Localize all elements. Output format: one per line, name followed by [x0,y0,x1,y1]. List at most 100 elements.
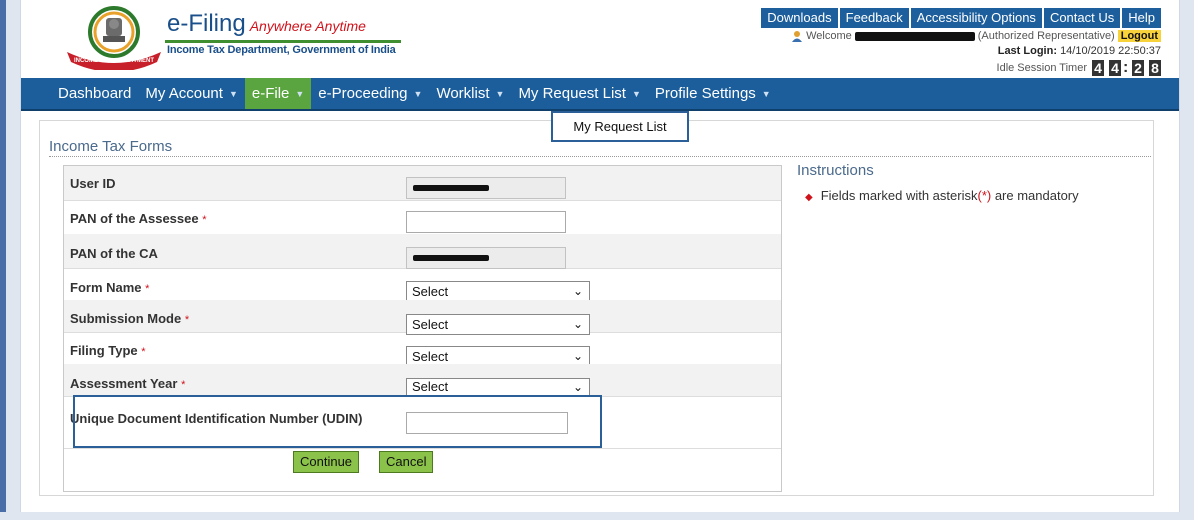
form-row-assessment-year: Assessment Year * Select ⌄ [64,364,781,397]
nav-label: e-Proceeding [318,85,408,102]
brand-subtitle: Income Tax Department, Government of Ind… [167,44,396,56]
user-id-field [406,177,566,199]
site-header: INCOME TAX DEPARTMENT e-Filing Anywhere A… [21,0,1179,78]
instruction-marker: (*) [977,188,992,203]
pan-assessee-input[interactable] [406,211,566,233]
redacted-value [413,255,489,261]
filing-type-label: Filing Type * [70,343,146,360]
brand-title: e-Filing Anywhere Anytime [167,10,366,38]
bottom-strip [0,512,1194,520]
pan-assessee-label: PAN of the Assessee * [70,211,207,228]
bullet-icon: ◆ [805,192,813,203]
title-divider [49,156,1151,157]
brand-tagline: Anywhere Anytime [249,18,366,34]
nav-worklist[interactable]: Worklist ▼ [429,78,511,109]
required-marker: * [181,379,186,391]
contact-us-link[interactable]: Contact Us [1043,8,1121,28]
main-nav: Dashboard My Account ▼ e-File ▼ e-Proceedi… [21,78,1179,111]
chevron-down-icon: ▼ [495,88,505,99]
form-name-label: Form Name * [70,280,149,297]
efiling-page: INCOME TAX DEPARTMENT e-Filing Anywhere A… [20,0,1180,512]
chevron-down-icon: ⌄ [572,380,583,394]
form-row-filing-type: Filing Type * Select ⌄ [64,332,781,367]
label-text: Form Name [70,280,142,295]
government-emblem-logo: INCOME TAX DEPARTMENT [67,6,161,70]
timer-digit: 4 [1109,60,1121,76]
chevron-down-icon: ▼ [413,88,423,99]
pan-ca-field [406,247,566,269]
emblem-text: INCOME TAX DEPARTMENT [74,58,154,64]
redacted-username [854,31,975,41]
select-value: Select [412,379,449,394]
form-row-submission-mode: Submission Mode * Select ⌄ [64,300,781,335]
role-text: (Authorized Representative) [977,30,1115,42]
select-value: Select [412,349,449,364]
nav-label: e-File [251,85,290,102]
logout-button[interactable]: Logout [1117,30,1161,42]
form-row-pan-assessee: PAN of the Assessee * [64,200,781,235]
instructions-title: Instructions [797,162,874,179]
welcome-bar: Welcome (Authorized Representative) Logo… [791,30,1161,42]
nav-e-proceeding[interactable]: e-Proceeding ▼ [311,78,429,109]
required-marker: * [145,283,150,295]
nav-label: Worklist [436,85,490,102]
brand-divider [165,40,401,43]
window-left-edge [0,0,6,520]
nav-my-request-list[interactable]: My Request List ▼ [511,78,647,109]
required-marker: * [202,214,207,226]
page-title: Income Tax Forms [49,138,173,155]
chevron-down-icon: ▼ [761,88,771,99]
nav-my-account[interactable]: My Account ▼ [138,78,244,109]
chevron-down-icon: ▼ [631,88,641,99]
accessibility-options-link[interactable]: Accessibility Options [910,8,1042,28]
cancel-button[interactable]: Cancel [379,451,434,473]
assessment-year-label: Assessment Year * [70,376,185,393]
assessment-year-select[interactable]: Select ⌄ [406,378,590,396]
label-text: Submission Mode [70,311,182,326]
help-link[interactable]: Help [1122,8,1161,28]
chevron-down-icon: ⌄ [572,284,583,298]
label-text: Filing Type [70,343,138,358]
required-marker: * [184,314,190,326]
nav-label: Profile Settings [654,85,756,102]
instruction-item: ◆ Fields marked with asterisk(*) are mand… [805,188,1079,203]
nav-label: My Request List [518,85,626,102]
my-request-list-dropdown-item[interactable]: My Request List [551,111,689,142]
instruction-prefix: Fields marked with asterisk [820,188,978,203]
timer-digit: 4 [1092,60,1104,76]
chevron-down-icon: ▼ [228,88,238,99]
user-icon [792,31,803,42]
instruction-suffix: are mandatory [991,188,1079,203]
pan-ca-label: PAN of the CA [70,246,158,261]
downloads-link[interactable]: Downloads [761,8,838,28]
timer-separator: : [1123,59,1129,76]
label-text: PAN of the Assessee [70,211,199,226]
select-value: Select [412,317,449,332]
nav-profile-settings[interactable]: Profile Settings ▼ [648,78,778,109]
last-login-label: Last Login: [997,45,1057,57]
redacted-value [413,185,489,191]
continue-button[interactable]: Continue [293,451,360,473]
timer-digit: 2 [1132,60,1144,76]
dropdown-item-label: My Request List [573,119,667,134]
nav-dashboard[interactable]: Dashboard [21,78,138,109]
nav-label: My Account [145,85,223,102]
select-value: Select [412,284,449,299]
nav-label: Dashboard [58,85,132,102]
last-login: Last Login: 14/10/2019 22:50:37 [998,45,1161,57]
submission-mode-label: Submission Mode * [70,311,189,328]
nav-e-file[interactable]: e-File ▼ [244,78,312,109]
feedback-link[interactable]: Feedback [839,8,909,28]
chevron-down-icon: ▼ [295,88,305,99]
form-name-select[interactable]: Select ⌄ [406,281,590,302]
required-marker: * [141,346,146,358]
welcome-label: Welcome [806,30,852,42]
top-links: Downloads Feedback Accessibility Options… [761,8,1161,28]
label-text: Assessment Year [70,376,178,391]
brand-name: e-Filing [167,10,246,37]
form-row-form-name: Form Name * Select ⌄ [64,268,781,302]
timer-digit: 8 [1149,60,1161,76]
idle-timer-label: Idle Session Timer [996,62,1087,74]
idle-session-timer: Idle Session Timer 4 4 : 2 8 [997,59,1161,77]
user-id-label: User ID [70,176,116,191]
